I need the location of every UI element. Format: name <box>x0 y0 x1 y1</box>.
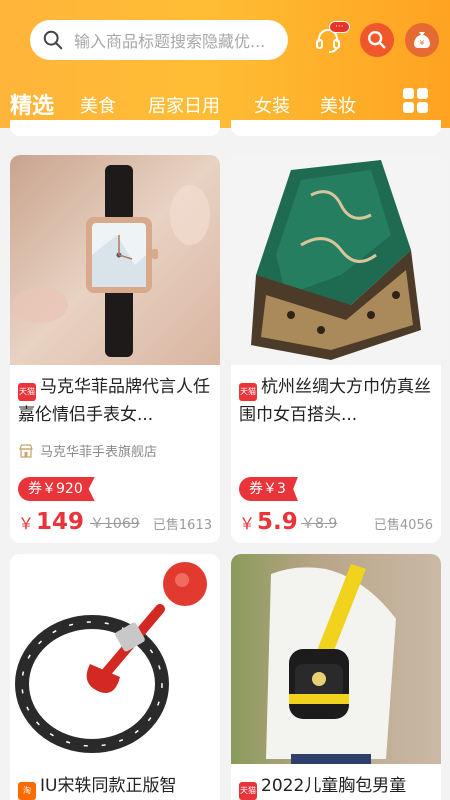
product-image-chest-bag <box>231 554 441 764</box>
search-button[interactable] <box>360 23 394 57</box>
product-title: 天猫 2022儿童胸包男童 <box>239 772 435 800</box>
product-card[interactable]: 天猫 马克华菲品牌代言人任嘉伦情侣手表女... 马克华菲手表旗舰店 券￥920 ￥… <box>10 155 220 543</box>
tmall-badge: 天猫 <box>239 383 257 401</box>
grid-icon <box>403 88 414 99</box>
magnifier-icon <box>368 31 386 49</box>
tmall-badge: 天猫 <box>18 383 36 401</box>
price: ￥149 <box>18 509 85 535</box>
sold-count: 已售4056 <box>373 518 433 533</box>
tab-household[interactable]: 居家日用 <box>148 92 220 118</box>
coupon-badge: 券￥920 <box>18 477 95 501</box>
product-card[interactable]: 天猫 2022儿童胸包男童 <box>231 554 441 800</box>
sold-count: 已售1613 <box>152 518 212 533</box>
svg-text:¥: ¥ <box>420 39 425 47</box>
tab-food[interactable]: 美食 <box>80 92 116 118</box>
message-badge: ··· <box>329 21 350 33</box>
price: ￥5.9 <box>239 509 298 535</box>
coupon-badge: 券￥3 <box>239 477 298 501</box>
shop-name[interactable]: 马克华菲手表旗舰店 <box>18 441 157 460</box>
product-title: 天猫 马克华菲品牌代言人任嘉伦情侣手表女... <box>18 377 210 425</box>
top-header: 输入商品标题搜索隐藏优... ··· ¥ 精选 美食 居家日用 女装 美妆 <box>0 0 450 128</box>
product-title: 淘 IU宋轶同款正版智 <box>18 772 214 800</box>
customer-service-button[interactable]: ··· <box>311 21 350 57</box>
search-bar[interactable]: 输入商品标题搜索隐藏优... <box>30 20 288 60</box>
taobao-badge: 淘 <box>18 782 36 800</box>
category-grid-button[interactable] <box>403 88 428 113</box>
original-price: ￥1069 <box>90 516 140 532</box>
tab-featured[interactable]: 精选 <box>10 88 54 120</box>
tab-womens-wear[interactable]: 女装 <box>254 92 290 118</box>
product-card[interactable]: 淘 IU宋轶同款正版智 <box>10 554 220 800</box>
tmall-badge: 天猫 <box>239 782 257 800</box>
search-placeholder: 输入商品标题搜索隐藏优... <box>74 32 266 51</box>
product-image-scarf <box>231 155 441 365</box>
product-card[interactable]: 天猫 杭州丝绸大方巾仿真丝围巾女百搭头... 券￥3 ￥5.9 ￥8.9 已售40… <box>231 155 441 543</box>
product-image-hula-hoop <box>10 554 220 764</box>
search-icon <box>43 30 63 50</box>
product-title: 天猫 杭州丝绸大方巾仿真丝围巾女百搭头... <box>239 377 431 425</box>
tab-beauty[interactable]: 美妆 <box>320 92 356 118</box>
product-image-watch <box>10 155 220 365</box>
store-icon <box>19 443 33 458</box>
original-price: ￥8.9 <box>301 516 338 532</box>
partial-row <box>0 120 450 144</box>
money-bag-icon: ¥ <box>414 32 430 48</box>
money-bag-button[interactable]: ¥ <box>405 23 439 57</box>
